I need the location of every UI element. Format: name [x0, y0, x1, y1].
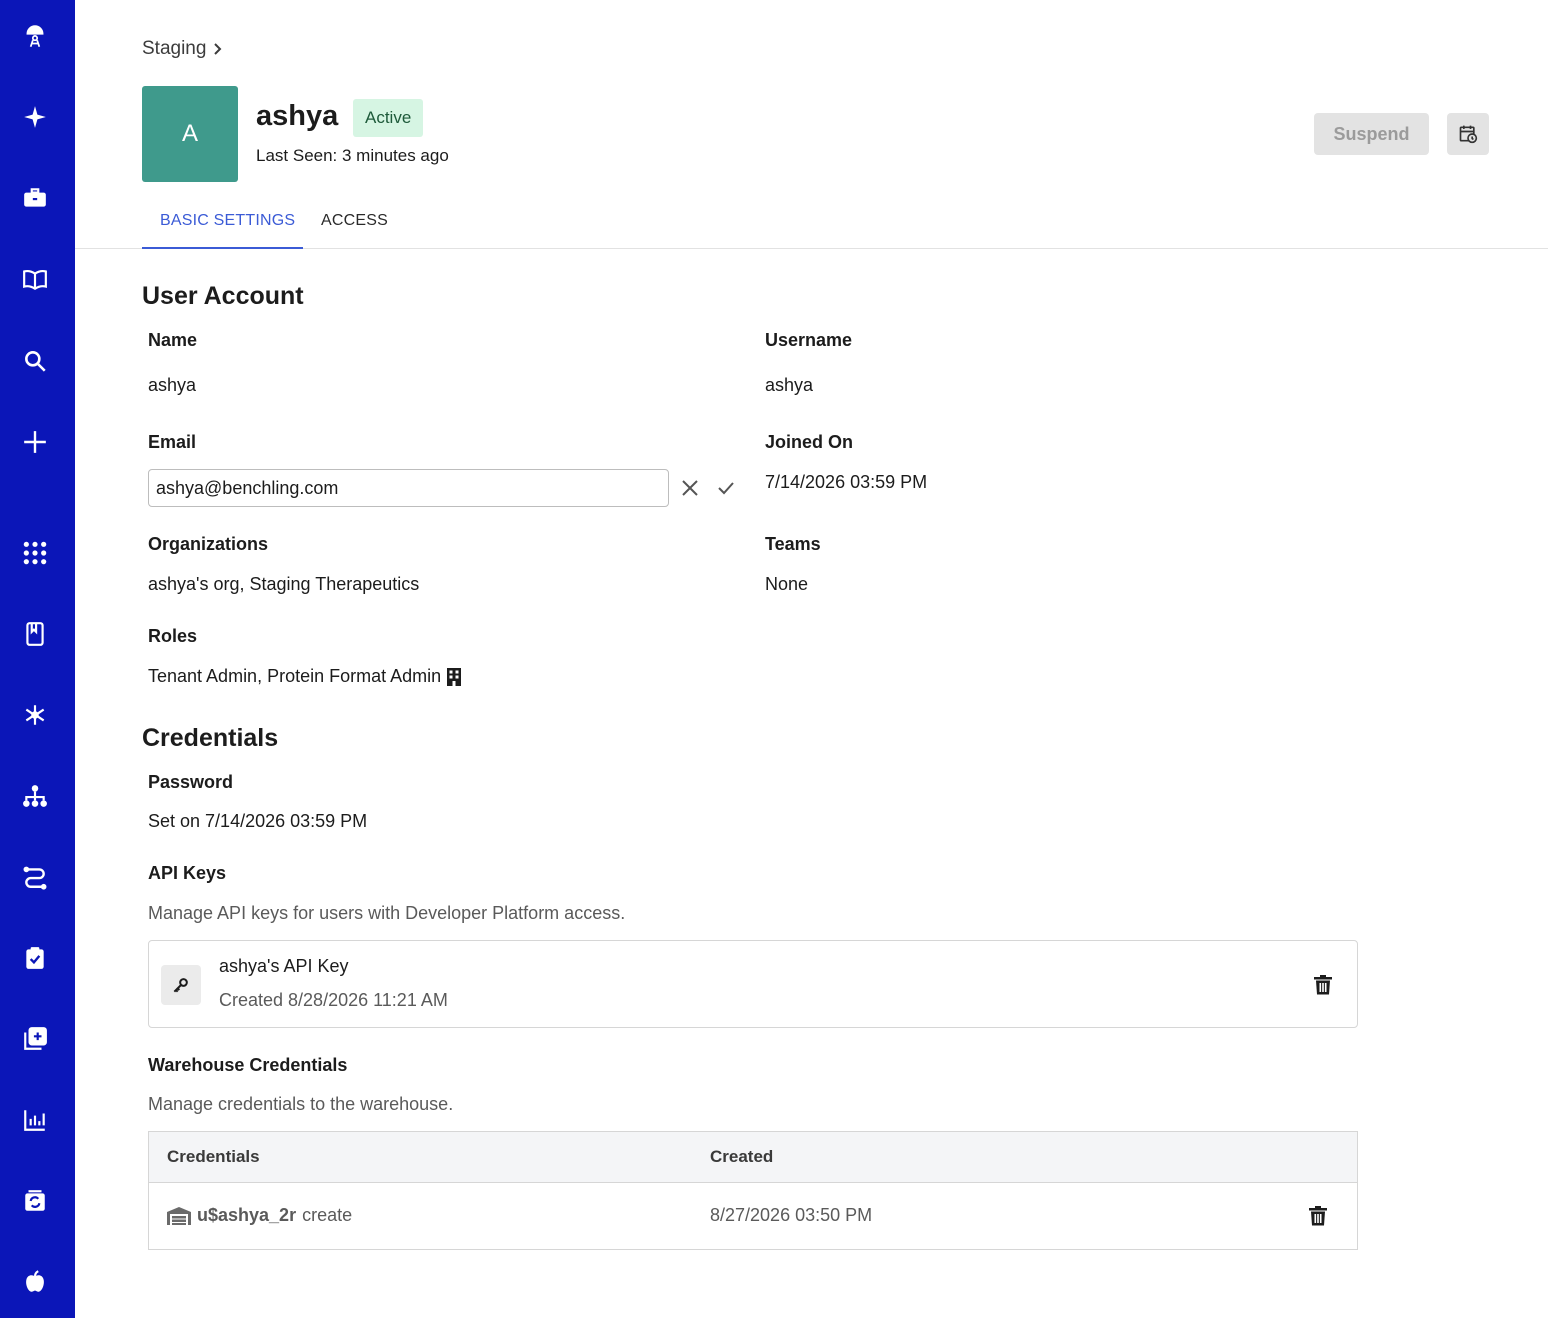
table-row: u$ashya_2r create 8/27/2026 03:50 PM	[149, 1183, 1357, 1249]
teams-label: Teams	[765, 534, 821, 554]
confirm-edit-button[interactable]	[714, 476, 738, 500]
tab-bar: BASIC SETTINGS ACCESS	[75, 200, 1548, 249]
warehouse-credentials-label: Warehouse Credentials	[148, 1055, 348, 1075]
building-icon	[447, 667, 462, 686]
notebook-icon[interactable]	[19, 618, 51, 650]
sidebar	[0, 0, 75, 1318]
delete-credential-button[interactable]	[1306, 1204, 1330, 1228]
search-icon[interactable]	[19, 345, 51, 377]
status-badge: Active	[353, 99, 424, 137]
avatar: A	[142, 86, 238, 182]
avatar-letter: A	[181, 120, 198, 147]
roles-value: Tenant Admin, Protein Format Admin	[148, 666, 442, 686]
credentials-heading: Credentials	[142, 724, 279, 752]
joined-on-value: 7/14/2026 03:59 PM	[765, 472, 928, 492]
plus-icon[interactable]	[19, 426, 51, 458]
key-icon	[173, 978, 188, 993]
email-label: Email	[148, 432, 197, 452]
key-tile	[161, 965, 201, 1005]
main-content: Staging A ashya Active Last Seen: 3 minu…	[75, 0, 1548, 1318]
calendar-clock-icon	[1459, 125, 1478, 144]
warehouse-table: Credentials Created u$ashya_2r create 8/…	[148, 1131, 1358, 1250]
last-seen-text: Last Seen: 3 minutes ago	[256, 146, 449, 165]
name-value: ashya	[148, 375, 197, 395]
apple-icon[interactable]	[19, 1266, 51, 1298]
book-icon[interactable]	[19, 263, 51, 295]
breadcrumb[interactable]: Staging	[142, 38, 224, 60]
api-key-card: ashya's API Key Created 8/28/2026 11:21 …	[148, 940, 1358, 1028]
created-cell: 8/27/2026 03:50 PM	[710, 1205, 873, 1225]
check-icon	[718, 482, 734, 495]
credential-cell: u$ashya_2r create	[167, 1205, 352, 1226]
organizations-value: ashya's org, Staging Therapeutics	[148, 574, 420, 594]
chart-icon[interactable]	[19, 1104, 51, 1136]
sync-icon[interactable]	[19, 1185, 51, 1217]
molecule-icon[interactable]	[19, 699, 51, 731]
credential-permission: create	[302, 1205, 353, 1225]
close-icon	[682, 480, 698, 496]
app-logo-icon[interactable]	[19, 21, 51, 53]
teams-value: None	[765, 574, 809, 594]
page-title: ashya	[256, 100, 339, 132]
suspend-button[interactable]: Suspend	[1314, 113, 1429, 155]
briefcase-icon[interactable]	[19, 182, 51, 214]
organizations-label: Organizations	[148, 534, 269, 554]
api-keys-description: Manage API keys for users with Developer…	[148, 903, 626, 923]
tab-basic-settings[interactable]: BASIC SETTINGS	[160, 212, 295, 230]
warehouse-icon	[167, 1206, 191, 1225]
name-label: Name	[148, 330, 198, 350]
user-account-heading: User Account	[142, 282, 304, 310]
joined-on-label: Joined On	[765, 432, 854, 452]
add-library-icon[interactable]	[19, 1023, 51, 1055]
password-value: Set on 7/14/2026 03:59 PM	[148, 811, 368, 831]
trash-icon	[1309, 1206, 1327, 1226]
hierarchy-icon[interactable]	[19, 780, 51, 812]
password-label: Password	[148, 772, 234, 792]
column-header-credentials: Credentials	[167, 1147, 260, 1166]
chevron-right-icon	[214, 43, 222, 55]
tab-access[interactable]: ACCESS	[321, 212, 388, 230]
history-button[interactable]	[1447, 113, 1489, 155]
sparkle-icon[interactable]	[19, 101, 51, 133]
column-header-created: Created	[710, 1147, 774, 1166]
apps-grid-icon[interactable]	[19, 537, 51, 569]
username-value: ashya	[765, 375, 814, 395]
warehouse-description: Manage credentials to the warehouse.	[148, 1094, 454, 1114]
roles-row: Tenant Admin, Protein Format Admin	[148, 666, 462, 687]
email-field[interactable]	[148, 469, 669, 507]
username-label: Username	[765, 330, 853, 350]
api-key-created: Created 8/28/2026 11:21 AM	[219, 990, 448, 1010]
delete-api-key-button[interactable]	[1311, 973, 1335, 997]
active-tab-indicator	[142, 247, 303, 249]
api-key-name: ashya's API Key	[219, 956, 349, 976]
clipboard-check-icon[interactable]	[19, 942, 51, 974]
workflow-icon[interactable]	[19, 861, 51, 893]
api-keys-label: API Keys	[148, 863, 227, 883]
table-header: Credentials Created	[149, 1132, 1357, 1183]
trash-icon	[1314, 975, 1332, 995]
breadcrumb-item[interactable]: Staging	[142, 38, 206, 60]
cancel-edit-button[interactable]	[678, 476, 702, 500]
roles-label: Roles	[148, 626, 198, 646]
credential-username: u$ashya_2r	[197, 1205, 297, 1225]
